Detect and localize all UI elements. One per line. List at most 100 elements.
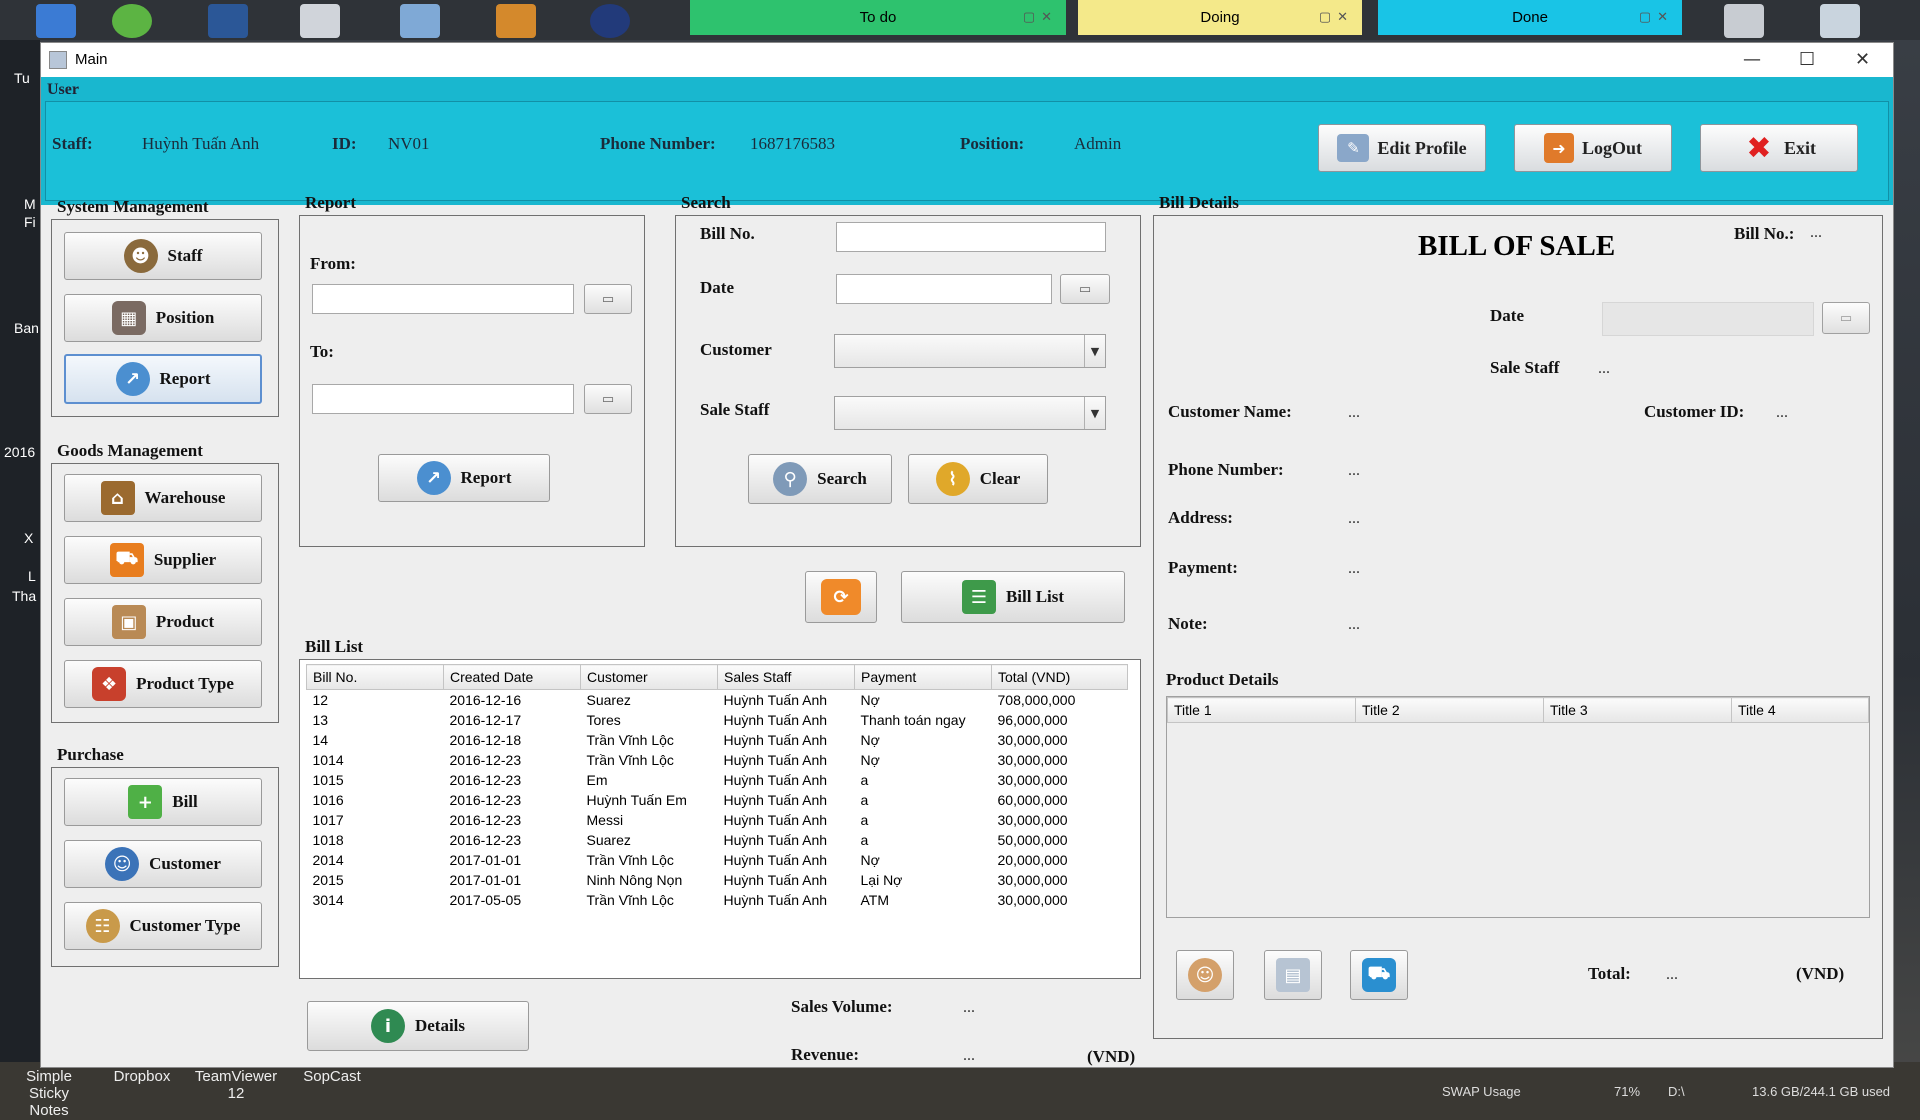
table-row[interactable]: 3014 2017-05-05 Trần Vĩnh Lộc Huỳnh Tuấn An… xyxy=(307,890,1128,910)
table-row[interactable]: 1018 2016-12-23 Suarez Huỳnh Tuấn Anh a 50,00… xyxy=(307,830,1128,850)
table-cell: 30,000,000 xyxy=(997,772,1068,788)
to-date-input[interactable] xyxy=(312,384,574,414)
bill-no-input[interactable] xyxy=(836,222,1106,252)
bill-button[interactable]: + Bill xyxy=(64,778,262,826)
sale-staff-select[interactable]: ▼ xyxy=(834,396,1106,430)
column-header[interactable]: Title 4 xyxy=(1731,697,1869,723)
user-info-row: Staff: Huỳnh Tuấn Anh ID: NV01 Phone Num… xyxy=(45,101,1889,201)
id-value: NV01 xyxy=(388,134,430,153)
table-cell: Huỳnh Tuấn Em xyxy=(586,792,687,808)
sticky-note-done[interactable]: Done ▢✕ xyxy=(1378,0,1682,35)
product-button[interactable]: ▣ Product xyxy=(64,598,262,646)
sticky-controls-icon[interactable]: ▢✕ xyxy=(1639,9,1674,25)
customer-group-icon: ☷ xyxy=(85,909,120,943)
clear-button[interactable]: ⌇ Clear xyxy=(908,454,1048,504)
minimize-icon[interactable]: — xyxy=(1743,49,1761,70)
column-header[interactable]: Total (VND) xyxy=(991,664,1128,690)
details-button-label: Details xyxy=(414,1016,466,1035)
position-value: Admin xyxy=(1074,134,1122,153)
detail-date-field xyxy=(1602,302,1814,336)
word-icon[interactable] xyxy=(208,4,248,38)
cart-button[interactable]: ⛟ xyxy=(1350,950,1408,1000)
desktop-app-icon[interactable] xyxy=(112,4,152,38)
column-header[interactable]: Title 1 xyxy=(1167,697,1356,723)
column-header[interactable]: Title 3 xyxy=(1543,697,1732,723)
taskbar-item[interactable]: SopCast xyxy=(296,1068,368,1085)
customer-id-label: Customer ID: xyxy=(1644,402,1745,421)
total-value: ... xyxy=(1666,966,1678,983)
table-row[interactable]: 13 2016-12-17 Tores Huỳnh Tuấn Anh Thanh toá… xyxy=(307,710,1128,730)
customer-info-button[interactable]: ☺ xyxy=(1176,950,1234,1000)
column-header[interactable]: Created Date xyxy=(443,664,581,690)
taskbar-item[interactable]: Dropbox xyxy=(106,1068,178,1085)
bill-list-button[interactable]: ☰ Bill List xyxy=(901,571,1125,623)
to-calendar-button[interactable]: ▭ xyxy=(584,384,632,414)
table-row[interactable]: 1017 2016-12-23 Messi Huỳnh Tuấn Anh a 30,000… xyxy=(307,810,1128,830)
supplier-button[interactable]: ⛟ Supplier xyxy=(64,536,262,584)
table-cell: Suarez xyxy=(586,832,631,848)
table-row[interactable]: 2015 2017-01-01 Ninh Nông Nọn Huỳnh Tuấn An… xyxy=(307,870,1128,890)
desktop-app-icon[interactable] xyxy=(400,4,440,38)
customer-button[interactable]: ☺ Customer xyxy=(64,840,262,888)
cart-icon: ⛟ xyxy=(1362,958,1396,992)
exit-button[interactable]: ✖ Exit xyxy=(1700,124,1858,172)
table-cell: 30,000,000 xyxy=(997,732,1068,748)
edit-profile-label: Edit Profile xyxy=(1377,137,1467,158)
staff-button[interactable]: ☻ Staff xyxy=(64,232,262,280)
desktop-app-icon[interactable] xyxy=(300,4,340,38)
sticky-note-doing[interactable]: Doing ▢✕ xyxy=(1078,0,1362,35)
column-header[interactable]: Payment xyxy=(854,664,992,690)
detail-calendar-button: ▭ xyxy=(1822,302,1870,334)
from-calendar-button[interactable]: ▭ xyxy=(584,284,632,314)
table-cell: 50,000,000 xyxy=(997,832,1068,848)
from-date-input[interactable] xyxy=(312,284,574,314)
desktop-folder-icon[interactable] xyxy=(36,4,76,38)
taskbar-item[interactable]: TeamViewer 12 xyxy=(190,1068,282,1102)
sticky-controls-icon[interactable]: ▢✕ xyxy=(1023,9,1058,25)
refresh-button[interactable]: ⟳ xyxy=(805,571,877,623)
goods-management-title: Goods Management xyxy=(57,441,203,460)
edit-profile-button[interactable]: ✎ Edit Profile xyxy=(1318,124,1486,172)
search-date-input[interactable] xyxy=(836,274,1052,304)
exit-icon: ✖ xyxy=(1746,130,1772,166)
desktop-label: X xyxy=(24,530,34,546)
column-header[interactable]: Title 2 xyxy=(1355,697,1544,723)
sticky-controls-icon[interactable]: ▢✕ xyxy=(1319,9,1354,25)
customer-select[interactable]: ▼ xyxy=(834,334,1106,368)
table-row[interactable]: 12 2016-12-16 Suarez Huỳnh Tuấn Anh Nợ 708,00… xyxy=(307,690,1128,711)
table-row[interactable]: 14 2016-12-18 Trần Vĩnh Lộc Huỳnh Tuấn Anh N… xyxy=(307,730,1128,750)
table-cell: Nợ xyxy=(860,752,880,768)
sublime-icon[interactable] xyxy=(496,4,536,38)
desktop-label: M xyxy=(24,196,36,212)
table-cell: Nợ xyxy=(860,692,880,708)
product-type-button[interactable]: ❖ Product Type xyxy=(64,660,262,708)
column-header[interactable]: Sales Staff xyxy=(717,664,855,690)
details-button[interactable]: i Details xyxy=(307,1001,529,1051)
warehouse-button[interactable]: ⌂ Warehouse xyxy=(64,474,262,522)
taskbar-item[interactable]: Simple Sticky Notes xyxy=(4,1068,94,1119)
table-row[interactable]: 1015 2016-12-23 Em Huỳnh Tuấn Anh a 30,000,00… xyxy=(307,770,1128,790)
report-button[interactable]: ↗ Report xyxy=(378,454,550,502)
position-icon: ▦ xyxy=(111,301,146,335)
column-header[interactable]: Bill No. xyxy=(306,664,444,690)
close-icon[interactable]: ✕ xyxy=(1855,49,1870,70)
maximize-icon[interactable]: ☐ xyxy=(1799,49,1815,70)
logout-button[interactable]: ➜ LogOut xyxy=(1514,124,1672,172)
desktop-app-icon[interactable] xyxy=(1724,4,1764,38)
id-card-button[interactable]: ▤ xyxy=(1264,950,1322,1000)
eclipse-icon[interactable] xyxy=(590,4,630,38)
recycle-bin-icon[interactable] xyxy=(1820,4,1860,38)
search-calendar-button[interactable]: ▭ xyxy=(1060,274,1110,304)
table-cell: a xyxy=(860,812,869,828)
position-button[interactable]: ▦ Position xyxy=(64,294,262,342)
report-nav-button[interactable]: ↗ Report xyxy=(64,354,262,404)
table-row[interactable]: 2014 2017-01-01 Trần Vĩnh Lộc Huỳnh Tuấn An… xyxy=(307,850,1128,870)
table-cell: 12 xyxy=(312,692,329,708)
table-row[interactable]: 1016 2016-12-23 Huỳnh Tuấn Em Huỳnh Tuấn An… xyxy=(307,790,1128,810)
sticky-note-todo[interactable]: To do ▢✕ xyxy=(690,0,1066,35)
id-label: ID: xyxy=(332,134,357,153)
search-button[interactable]: ⚲ Search xyxy=(748,454,892,504)
column-header[interactable]: Customer xyxy=(580,664,718,690)
customer-type-button[interactable]: ☷ Customer Type xyxy=(64,902,262,950)
table-row[interactable]: 1014 2016-12-23 Trần Vĩnh Lộc Huỳnh Tuấn An… xyxy=(307,750,1128,770)
